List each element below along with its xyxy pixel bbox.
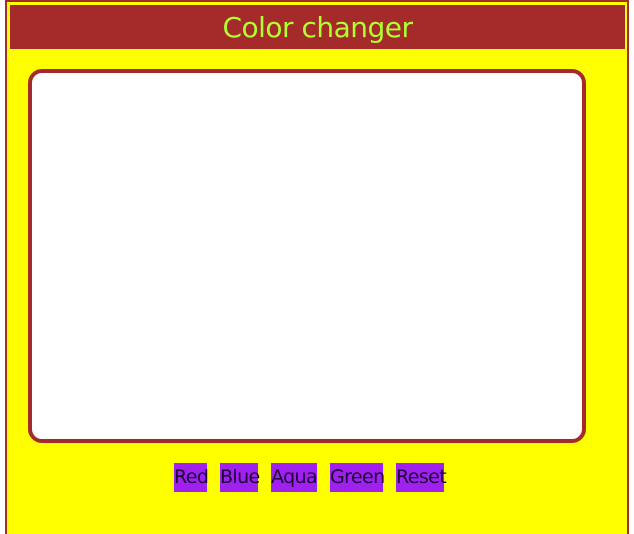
reset-button[interactable]: Reset [396, 463, 447, 492]
green-button[interactable]: Green [330, 463, 385, 492]
app-container: Color changer Red Blue Aqua Green Reset [5, 0, 629, 534]
color-display-box [28, 69, 586, 443]
page-title: Color changer [222, 10, 413, 44]
red-button[interactable]: Red [174, 463, 209, 492]
blue-button[interactable]: Blue [220, 463, 260, 492]
button-row: Red Blue Aqua Green Reset [7, 463, 627, 492]
header-bar: Color changer [10, 5, 625, 49]
aqua-button[interactable]: Aqua [271, 463, 318, 492]
